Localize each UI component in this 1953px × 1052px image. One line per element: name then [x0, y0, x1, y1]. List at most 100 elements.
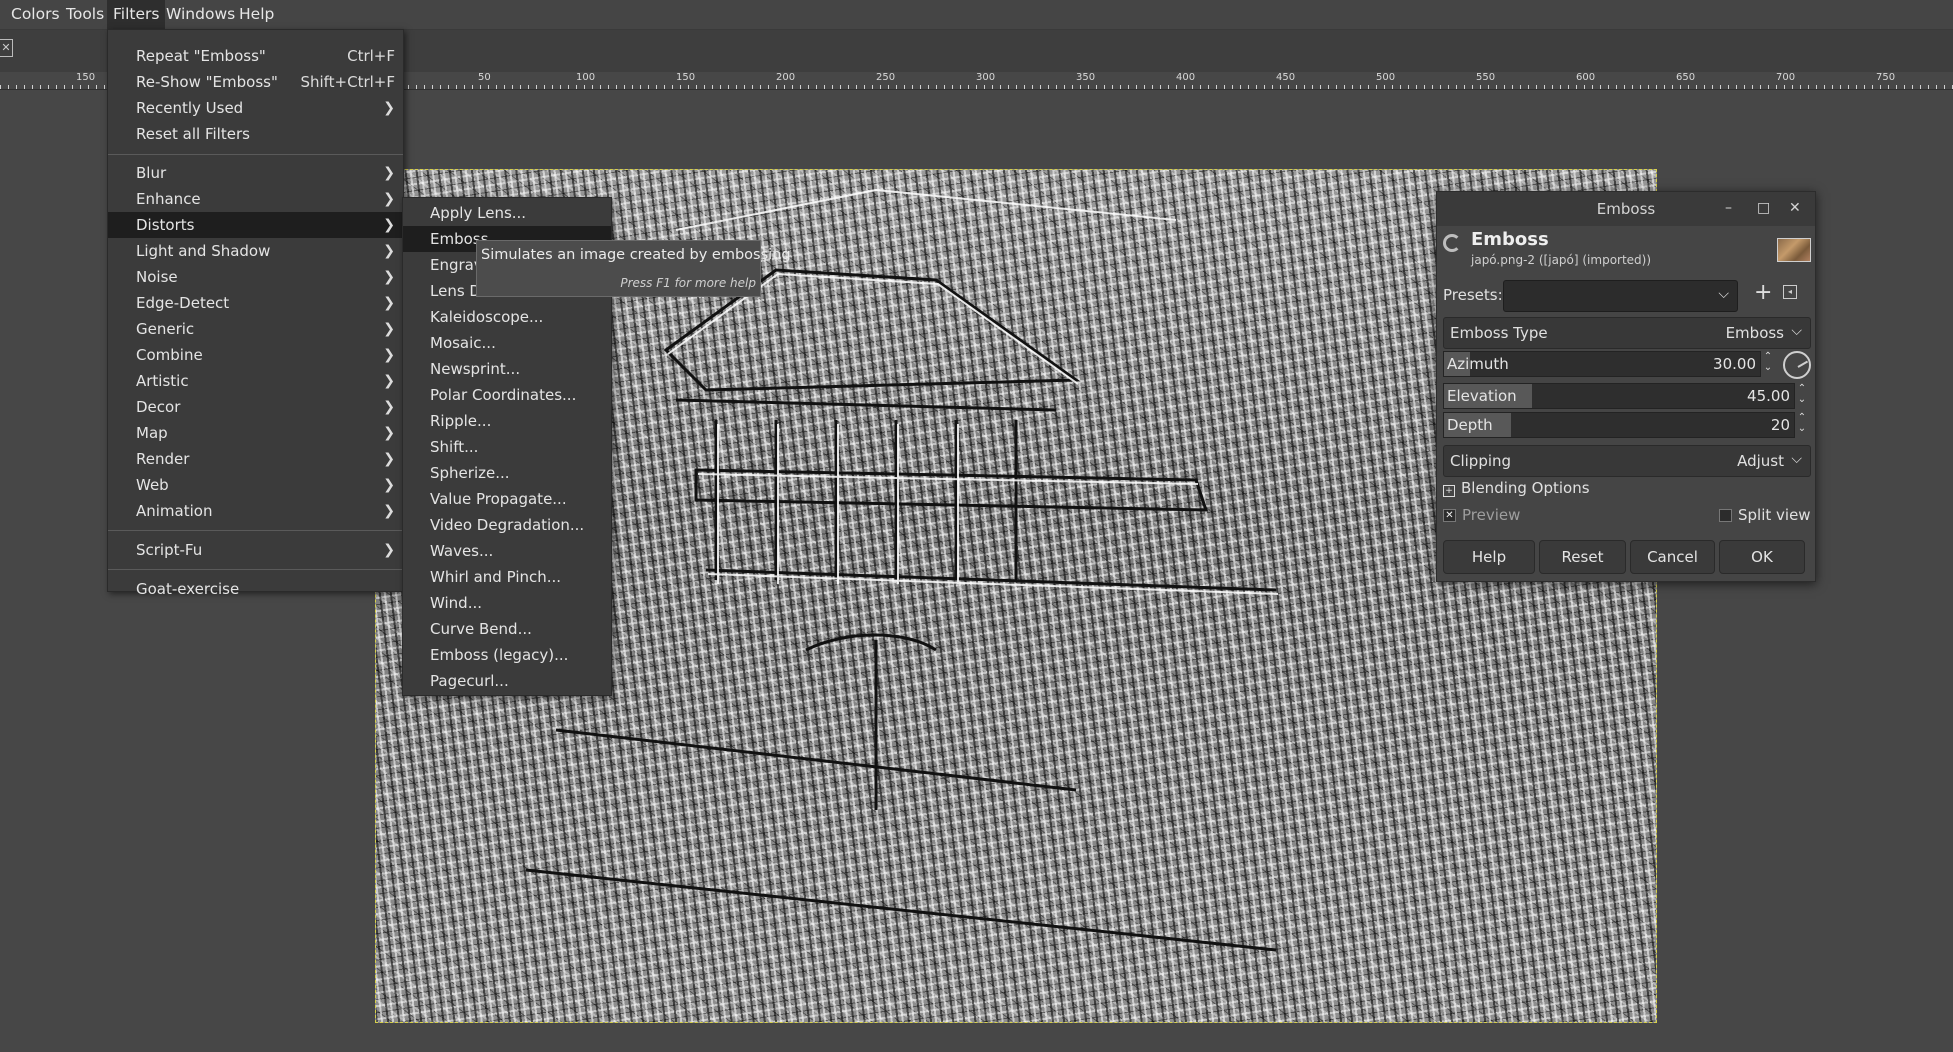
menu-item-newsprint[interactable]: Newsprint...	[403, 356, 611, 382]
menu-item-mosaic[interactable]: Mosaic...	[403, 330, 611, 356]
preview-checkbox[interactable]: ✕	[1443, 509, 1456, 522]
menu-item-waves[interactable]: Waves...	[403, 538, 611, 564]
menu-item-light-and-shadow[interactable]: Light and Shadow ❯	[108, 238, 403, 264]
elevation-spin-buttons[interactable]: ⌃ ⌄	[1795, 383, 1809, 407]
presets-combo[interactable]: ⌵	[1503, 280, 1738, 312]
menu-filters[interactable]: Filters	[107, 0, 166, 29]
menu-item-pagecurl[interactable]: Pagecurl...	[403, 668, 611, 694]
split-view-toggle[interactable]: Split view	[1719, 506, 1811, 524]
ruler-label: 50	[478, 72, 491, 83]
menu-item-noise[interactable]: Noise ❯	[108, 264, 403, 290]
emboss-type-combo[interactable]: Emboss Type Emboss ⌵	[1443, 317, 1811, 349]
ruler-label: 300	[976, 72, 996, 83]
chevron-down-icon: ⌵	[1791, 323, 1802, 339]
menu-item-video-degradation[interactable]: Video Degradation...	[403, 512, 611, 538]
menu-item-label: Emboss (legacy)...	[430, 646, 569, 664]
maximize-icon[interactable]: □	[1757, 200, 1770, 216]
minimize-icon[interactable]: –	[1725, 200, 1732, 216]
menu-item-wind[interactable]: Wind...	[403, 590, 611, 616]
menu-windows[interactable]: Windows	[160, 0, 241, 29]
menu-item-emboss-legacy[interactable]: Emboss (legacy)...	[403, 642, 611, 668]
emboss-type-label: Emboss Type	[1450, 324, 1548, 342]
menu-item-value-propagate[interactable]: Value Propagate...	[403, 486, 611, 512]
menu-item-ripple[interactable]: Ripple...	[403, 408, 611, 434]
chevron-right-icon: ❯	[383, 100, 395, 116]
menu-item-blur[interactable]: Blur ❯	[108, 160, 403, 186]
ruler-label: 500	[1376, 72, 1396, 83]
chevron-right-icon: ❯	[383, 542, 395, 558]
menu-item-label: Light and Shadow	[136, 242, 271, 260]
ruler-label: 150	[76, 72, 96, 83]
gegl-icon	[1443, 234, 1461, 252]
menu-item-label: Enhance	[136, 190, 201, 208]
ruler-label: 100	[576, 72, 596, 83]
ok-button[interactable]: OK	[1719, 540, 1805, 574]
menu-item-repeat-emboss[interactable]: Repeat "Emboss" Ctrl+F	[108, 43, 403, 69]
menu-tools[interactable]: Tools	[60, 0, 110, 29]
menu-item-web[interactable]: Web ❯	[108, 472, 403, 498]
menu-item-kaleidoscope[interactable]: Kaleidoscope...	[403, 304, 611, 330]
menu-item-label: Distorts	[136, 216, 195, 234]
menu-item-generic[interactable]: Generic ❯	[108, 316, 403, 342]
menu-separator	[108, 154, 403, 155]
menu-item-label: Generic	[136, 320, 195, 338]
elevation-label: Elevation	[1447, 387, 1517, 405]
menu-item-label: Mosaic...	[430, 334, 496, 352]
add-preset-icon[interactable]: +	[1754, 280, 1772, 305]
menu-item-apply-lens[interactable]: Apply Lens...	[403, 200, 611, 226]
menu-item-label: Pagecurl...	[430, 672, 509, 690]
menu-item-curve-bend[interactable]: Curve Bend...	[403, 616, 611, 642]
emboss-tooltip: Simulates an image created by embossing …	[476, 240, 791, 297]
menu-item-render[interactable]: Render ❯	[108, 446, 403, 472]
preset-menu-icon[interactable]: ◂	[1783, 285, 1797, 299]
close-icon[interactable]: ✕	[1789, 200, 1801, 216]
menu-colors[interactable]: Colors	[5, 0, 66, 29]
split-view-checkbox[interactable]	[1719, 509, 1732, 522]
menu-item-label: Newsprint...	[430, 360, 521, 378]
menu-item-shift[interactable]: Shift...	[403, 434, 611, 460]
menu-item-recently-used[interactable]: Recently Used ❯	[108, 95, 403, 121]
menu-item-animation[interactable]: Animation ❯	[108, 498, 403, 524]
depth-slider[interactable]: Depth 20	[1443, 412, 1795, 438]
menu-item-label: Recently Used	[136, 99, 244, 117]
menu-item-reset-all-filters[interactable]: Reset all Filters	[108, 121, 403, 147]
menu-help[interactable]: Help	[233, 0, 280, 29]
menu-item-label: Kaleidoscope...	[430, 308, 544, 326]
depth-spin-buttons[interactable]: ⌃ ⌄	[1795, 412, 1809, 436]
azimuth-dial[interactable]	[1783, 351, 1811, 379]
menu-item-polar-coordinates[interactable]: Polar Coordinates...	[403, 382, 611, 408]
preview-toggle[interactable]: ✕ Preview	[1443, 506, 1520, 524]
emboss-type-value: Emboss	[1725, 324, 1784, 342]
azimuth-spin-buttons[interactable]: ⌃ ⌄	[1761, 351, 1775, 375]
blending-options-expander[interactable]: + Blending Options	[1443, 479, 1590, 497]
reset-button[interactable]: Reset	[1539, 540, 1626, 574]
help-button[interactable]: Help	[1443, 540, 1535, 574]
azimuth-slider[interactable]: Azimuth 30.00	[1443, 351, 1761, 377]
chevron-right-icon: ❯	[383, 373, 395, 389]
menu-item-enhance[interactable]: Enhance ❯	[108, 186, 403, 212]
menu-item-whirl-and-pinch[interactable]: Whirl and Pinch...	[403, 564, 611, 590]
elevation-slider[interactable]: Elevation 45.00	[1443, 383, 1795, 409]
menu-item-distorts[interactable]: Distorts ❯	[108, 212, 403, 238]
menu-item-map[interactable]: Map ❯	[108, 420, 403, 446]
menu-item-accel: Ctrl+F	[347, 47, 395, 65]
clipping-combo[interactable]: Clipping Adjust ⌵	[1443, 445, 1811, 477]
menu-item-edge-detect[interactable]: Edge-Detect ❯	[108, 290, 403, 316]
menu-item-artistic[interactable]: Artistic ❯	[108, 368, 403, 394]
ruler-label: 750	[1876, 72, 1896, 83]
cancel-button[interactable]: Cancel	[1630, 540, 1715, 574]
chevron-right-icon: ❯	[383, 321, 395, 337]
menu-item-goat-exercise[interactable]: Goat-exercise	[108, 576, 403, 602]
menu-item-combine[interactable]: Combine ❯	[108, 342, 403, 368]
ruler-label: 450	[1276, 72, 1296, 83]
close-tab-icon[interactable]: ✕	[0, 39, 13, 57]
menu-item-reshow-emboss[interactable]: Re-Show "Emboss" Shift+Ctrl+F	[108, 69, 403, 95]
menu-item-label: Waves...	[430, 542, 494, 560]
menu-item-label: Polar Coordinates...	[430, 386, 577, 404]
dialog-titlebar[interactable]: Emboss – □ ✕	[1437, 192, 1815, 226]
ruler-label: 350	[1076, 72, 1096, 83]
menu-item-decor[interactable]: Decor ❯	[108, 394, 403, 420]
menu-item-spherize[interactable]: Spherize...	[403, 460, 611, 486]
menu-item-label: Apply Lens...	[430, 204, 527, 222]
menu-item-script-fu[interactable]: Script-Fu ❯	[108, 537, 403, 563]
